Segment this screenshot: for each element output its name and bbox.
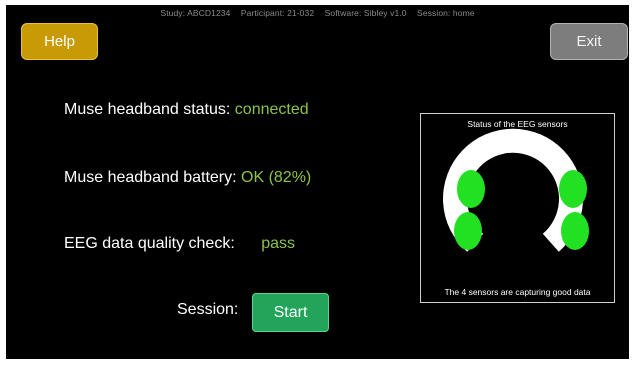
sensor-right-upper	[559, 170, 587, 208]
headband-status-value: connected	[234, 101, 309, 118]
headband-battery-label: Muse headband battery:	[64, 169, 237, 186]
eeg-sensor-panel: Status of the EEG sensors The 4 sensors …	[420, 113, 615, 303]
session-info-bar: Study: ABCD1234 Participant: 21-032 Soft…	[6, 8, 629, 18]
headband-status-row: Muse headband status: connected	[64, 101, 309, 119]
headband-diagram	[443, 128, 589, 252]
eeg-quality-row: EEG data quality check: pass	[64, 235, 295, 253]
app-screen: Study: ABCD1234 Participant: 21-032 Soft…	[6, 5, 629, 359]
sensor-right-lower	[561, 212, 589, 250]
start-button[interactable]: Start	[252, 293, 329, 332]
sensor-left-upper	[457, 170, 485, 208]
sensor-panel-caption: The 4 sensors are capturing good data	[444, 287, 591, 297]
headband-battery-row: Muse headband battery: OK (82%)	[64, 169, 311, 187]
headband-status-label: Muse headband status:	[64, 101, 231, 118]
study-id: Study: ABCD1234	[160, 8, 231, 18]
eeg-quality-label: EEG data quality check:	[64, 235, 235, 252]
session-location: Session: home	[417, 8, 475, 18]
software-version: Software: Sibley v1.0	[324, 8, 407, 18]
session-label: Session:	[177, 301, 239, 318]
participant-id: Participant: 21-032	[240, 8, 315, 18]
eeg-quality-value: pass	[261, 235, 296, 252]
exit-button[interactable]: Exit	[550, 23, 628, 60]
sensor-left-lower	[454, 212, 482, 250]
headband-battery-value: OK (82%)	[241, 169, 312, 186]
help-button[interactable]: Help	[21, 23, 98, 60]
